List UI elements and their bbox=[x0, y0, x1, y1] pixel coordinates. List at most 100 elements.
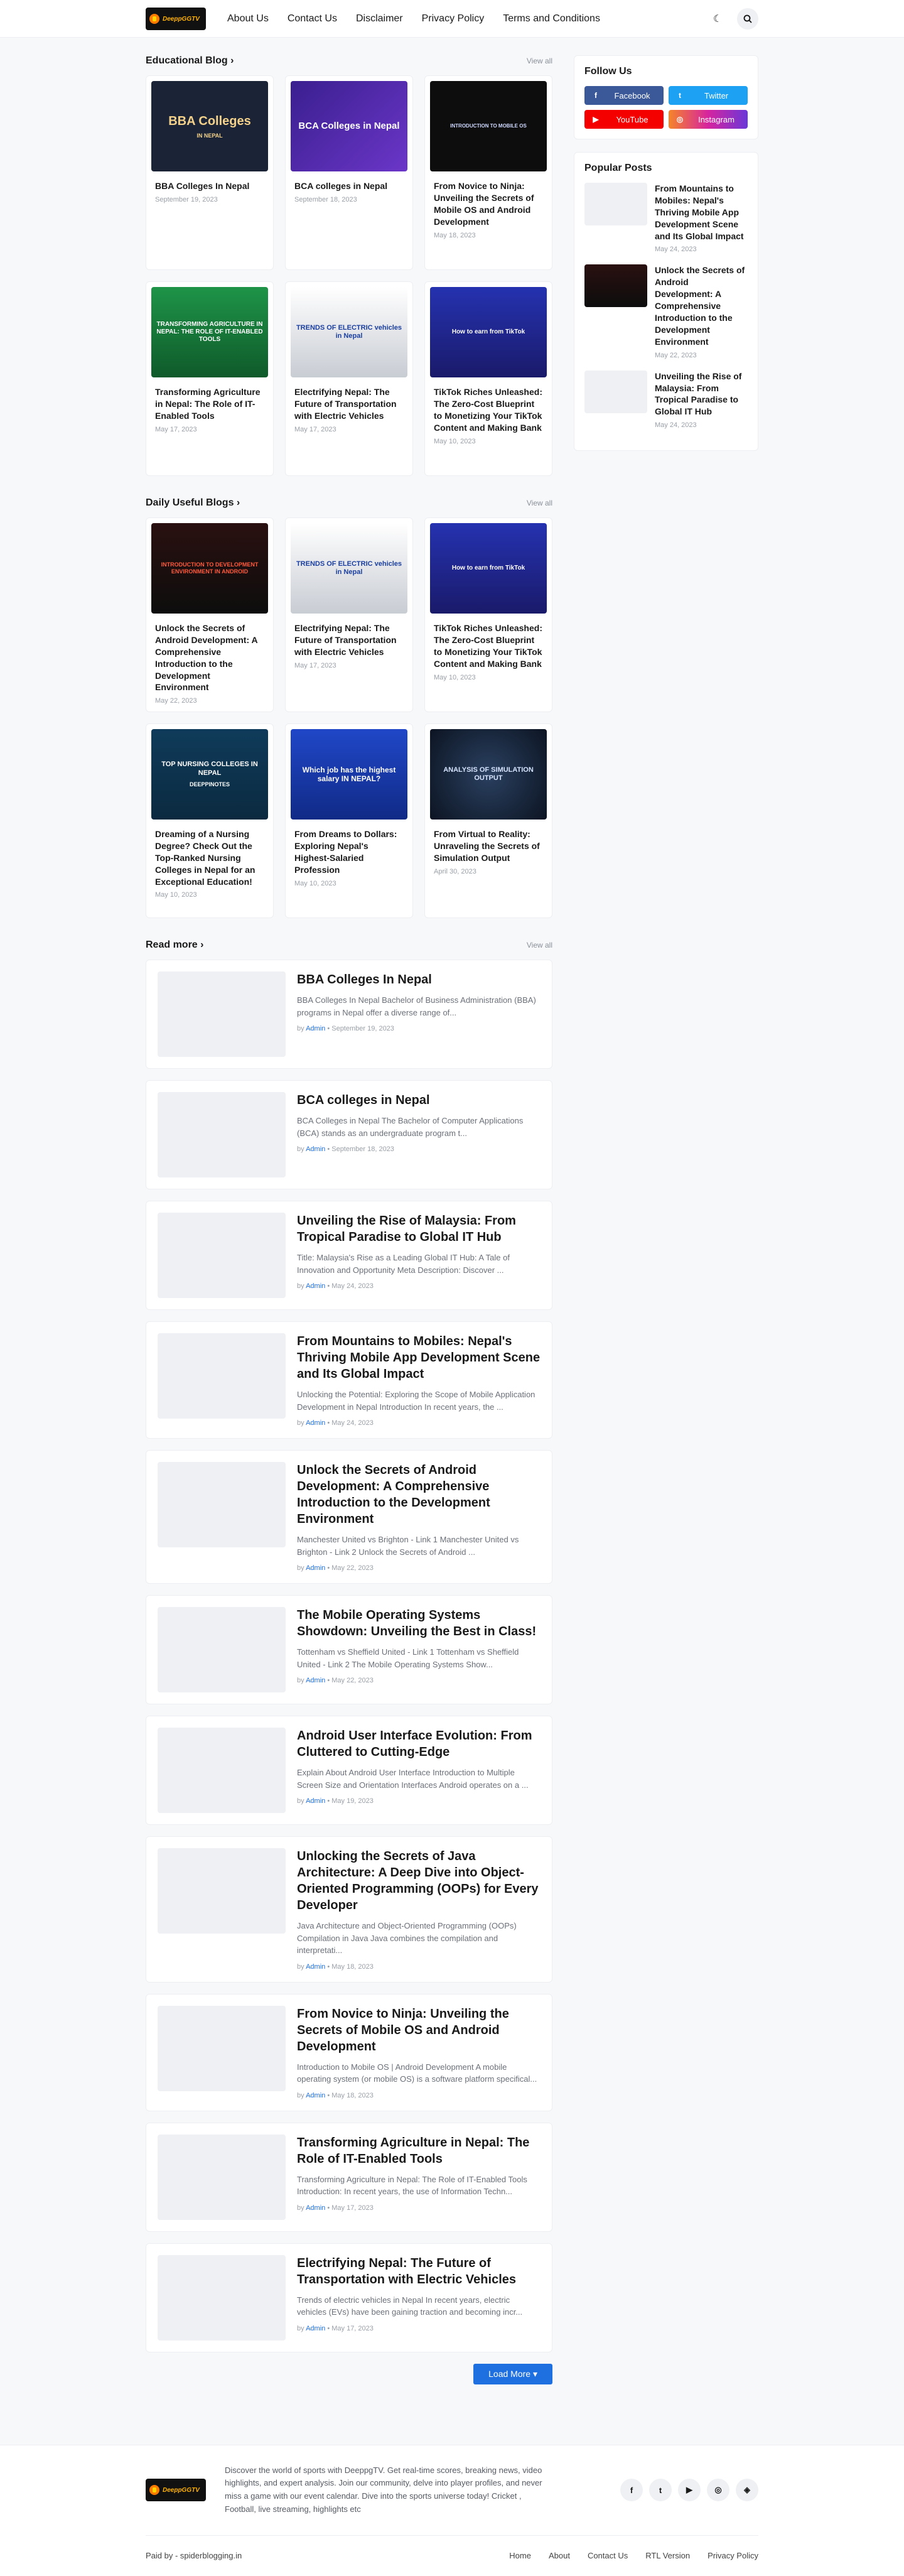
read-more-item[interactable]: Electrifying Nepal: The Future of Transp… bbox=[146, 2243, 552, 2352]
footer-logo[interactable]: DeeppGGTV bbox=[146, 2479, 206, 2502]
educational-card-title[interactable]: Transforming Agriculture in Nepal: The R… bbox=[155, 386, 264, 422]
daily-card-image[interactable]: ANALYSIS OF SIMULATION OUTPUT bbox=[430, 729, 547, 820]
author-link[interactable]: Admin bbox=[306, 2204, 325, 2212]
read-more-thumbnail[interactable] bbox=[158, 1607, 286, 1692]
read-more-thumbnail[interactable] bbox=[158, 971, 286, 1057]
popular-post[interactable]: Unlock the Secrets of Android Developmen… bbox=[584, 264, 748, 359]
read-more-thumbnail[interactable] bbox=[158, 2134, 286, 2220]
educational-card[interactable]: How to earn from TikTok TikTok Riches Unl… bbox=[424, 281, 552, 476]
load-more-button[interactable]: Load More ▾ bbox=[473, 2363, 552, 2384]
popular-post-thumbnail[interactable] bbox=[584, 370, 647, 413]
educational-card[interactable]: BCA Colleges in Nepal BCA colleges in Nep… bbox=[285, 75, 413, 270]
daily-card-title[interactable]: TikTok Riches Unleashed: The Zero-Cost B… bbox=[434, 622, 543, 670]
author-link[interactable]: Admin bbox=[306, 1677, 325, 1684]
daily-view-all[interactable]: View all bbox=[527, 499, 552, 507]
follow-youtube-button[interactable]: ▶ YouTube bbox=[584, 110, 664, 129]
author-link[interactable]: Admin bbox=[306, 1963, 325, 1971]
popular-post[interactable]: From Mountains to Mobiles: Nepal's Thriv… bbox=[584, 183, 748, 253]
footer-link-contact-us[interactable]: Contact Us bbox=[588, 2551, 628, 2560]
read-more-item[interactable]: From Mountains to Mobiles: Nepal's Thriv… bbox=[146, 1321, 552, 1439]
daily-card-image[interactable]: How to earn from TikTok bbox=[430, 523, 547, 614]
follow-instagram-button[interactable]: ◎ Instagram bbox=[669, 110, 748, 129]
read-more-item[interactable]: Unveiling the Rise of Malaysia: From Tro… bbox=[146, 1201, 552, 1310]
read-more-item-title[interactable]: From Novice to Ninja: Unveiling the Secr… bbox=[297, 2006, 541, 2055]
educational-card[interactable]: TRENDS OF ELECTRIC vehicles in Nepal Elec… bbox=[285, 281, 413, 476]
educational-card-image[interactable]: TRANSFORMING AGRICULTURE IN NEPAL: THE R… bbox=[151, 287, 268, 377]
author-link[interactable]: Admin bbox=[306, 1564, 325, 1572]
popular-post-thumbnail[interactable] bbox=[584, 183, 647, 225]
daily-card-title[interactable]: Dreaming of a Nursing Degree? Check Out … bbox=[155, 828, 264, 887]
educational-card-image[interactable]: How to earn from TikTok bbox=[430, 287, 547, 377]
read-more-item-title[interactable]: Android User Interface Evolution: From C… bbox=[297, 1728, 541, 1760]
read-more-thumbnail[interactable] bbox=[158, 1092, 286, 1177]
search-icon[interactable] bbox=[737, 8, 758, 30]
author-link[interactable]: Admin bbox=[306, 1797, 325, 1805]
nav-about-us[interactable]: About Us bbox=[227, 13, 269, 24]
read-more-thumbnail[interactable] bbox=[158, 2254, 286, 2341]
read-more-item-title[interactable]: Electrifying Nepal: The Future of Transp… bbox=[297, 2255, 541, 2288]
daily-card[interactable]: TOP NURSING COLLEGES IN NEPAL DEEPPINOTES… bbox=[146, 723, 274, 918]
facebook-icon[interactable]: f bbox=[620, 2479, 643, 2502]
read-more-thumbnail[interactable] bbox=[158, 1462, 286, 1547]
read-more-item-title[interactable]: Unlocking the Secrets of Java Architectu… bbox=[297, 1848, 541, 1913]
read-more-item[interactable]: Unlocking the Secrets of Java Architectu… bbox=[146, 1836, 552, 1983]
daily-card-title[interactable]: Unlock the Secrets of Android Developmen… bbox=[155, 622, 264, 693]
read-more-item-title[interactable]: From Mountains to Mobiles: Nepal's Thriv… bbox=[297, 1333, 541, 1382]
follow-facebook-button[interactable]: f Facebook bbox=[584, 86, 664, 105]
read-more-thumbnail[interactable] bbox=[158, 2005, 286, 2091]
daily-card[interactable]: ANALYSIS OF SIMULATION OUTPUT From Virtua… bbox=[424, 723, 552, 918]
daily-card[interactable]: How to earn from TikTok TikTok Riches Unl… bbox=[424, 517, 552, 712]
footer-link-home[interactable]: Home bbox=[509, 2551, 531, 2560]
read-more-item[interactable]: BCA colleges in Nepal BCA Colleges in Nep… bbox=[146, 1080, 552, 1189]
daily-card[interactable]: Which job has the highest salary IN NEPA… bbox=[285, 723, 413, 918]
read-more-item[interactable]: Unlock the Secrets of Android Developmen… bbox=[146, 1450, 552, 1584]
read-more-item-title[interactable]: BCA colleges in Nepal bbox=[297, 1092, 541, 1108]
educational-card[interactable]: INTRODUCTION TO MOBILE OS From Novice to … bbox=[424, 75, 552, 270]
educational-view-all[interactable]: View all bbox=[527, 57, 552, 65]
popular-post-title[interactable]: From Mountains to Mobiles: Nepal's Thriv… bbox=[655, 183, 748, 242]
author-link[interactable]: Admin bbox=[306, 1145, 325, 1153]
read-more-thumbnail[interactable] bbox=[158, 1848, 286, 1934]
daily-card-image[interactable]: TRENDS OF ELECTRIC vehicles in Nepal bbox=[291, 523, 407, 614]
read-more-item[interactable]: Transforming Agriculture in Nepal: The R… bbox=[146, 2122, 552, 2232]
popular-post-title[interactable]: Unveiling the Rise of Malaysia: From Tro… bbox=[655, 371, 748, 418]
educational-card-title[interactable]: Electrifying Nepal: The Future of Transp… bbox=[294, 386, 404, 422]
nav-privacy-policy[interactable]: Privacy Policy bbox=[422, 13, 485, 24]
read-more-item[interactable]: BBA Colleges In Nepal BBA Colleges In Nep… bbox=[146, 960, 552, 1069]
read-more-item[interactable]: From Novice to Ninja: Unveiling the Secr… bbox=[146, 1993, 552, 2111]
educational-card-image[interactable]: TRENDS OF ELECTRIC vehicles in Nepal bbox=[291, 287, 407, 377]
read-more-thumbnail[interactable] bbox=[158, 1213, 286, 1298]
read-more-item[interactable]: The Mobile Operating Systems Showdown: U… bbox=[146, 1595, 552, 1704]
author-link[interactable]: Admin bbox=[306, 1025, 325, 1032]
read-more-item-title[interactable]: Unveiling the Rise of Malaysia: From Tro… bbox=[297, 1213, 541, 1245]
educational-card[interactable]: BBA Colleges IN NEPAL BBA Colleges In Nepa… bbox=[146, 75, 274, 270]
author-link[interactable]: Admin bbox=[306, 1282, 325, 1290]
daily-card-title[interactable]: From Dreams to Dollars: Exploring Nepal'… bbox=[294, 828, 404, 876]
read-more-item-title[interactable]: The Mobile Operating Systems Showdown: U… bbox=[297, 1607, 541, 1640]
educational-card-title[interactable]: BBA Colleges In Nepal bbox=[155, 180, 264, 192]
read-more-title[interactable]: Read more › bbox=[146, 939, 203, 951]
daily-card-image[interactable]: Which job has the highest salary IN NEPA… bbox=[291, 729, 407, 820]
educational-title[interactable]: Educational Blog › bbox=[146, 55, 234, 67]
nav-terms[interactable]: Terms and Conditions bbox=[503, 13, 600, 24]
daily-card[interactable]: TRENDS OF ELECTRIC vehicles in Nepal Elec… bbox=[285, 517, 413, 712]
footer-link-about[interactable]: About bbox=[549, 2551, 570, 2560]
educational-card-image[interactable]: INTRODUCTION TO MOBILE OS bbox=[430, 81, 547, 171]
daily-card-title[interactable]: Electrifying Nepal: The Future of Transp… bbox=[294, 622, 404, 658]
read-more-item[interactable]: Android User Interface Evolution: From C… bbox=[146, 1716, 552, 1825]
read-more-item-title[interactable]: Transforming Agriculture in Nepal: The R… bbox=[297, 2135, 541, 2167]
read-more-item-title[interactable]: BBA Colleges In Nepal bbox=[297, 971, 541, 988]
read-more-item-title[interactable]: Unlock the Secrets of Android Developmen… bbox=[297, 1462, 541, 1527]
daily-title[interactable]: Daily Useful Blogs › bbox=[146, 497, 240, 509]
educational-card-title[interactable]: From Novice to Ninja: Unveiling the Secr… bbox=[434, 180, 543, 228]
footer-link-privacy-policy[interactable]: Privacy Policy bbox=[708, 2551, 758, 2560]
popular-post-thumbnail[interactable] bbox=[584, 264, 647, 308]
daily-card-image[interactable]: INTRODUCTION TO DEVELOPMENT ENVIRONMENT … bbox=[151, 523, 268, 614]
read-more-thumbnail[interactable] bbox=[158, 1728, 286, 1813]
footer-link-rtl-version[interactable]: RTL Version bbox=[645, 2551, 690, 2560]
author-link[interactable]: Admin bbox=[306, 2092, 325, 2099]
educational-card[interactable]: TRANSFORMING AGRICULTURE IN NEPAL: THE R… bbox=[146, 281, 274, 476]
rss-icon[interactable]: ◈ bbox=[736, 2479, 758, 2502]
educational-card-image[interactable]: BCA Colleges in Nepal bbox=[291, 81, 407, 171]
educational-card-image[interactable]: BBA Colleges IN NEPAL bbox=[151, 81, 268, 171]
